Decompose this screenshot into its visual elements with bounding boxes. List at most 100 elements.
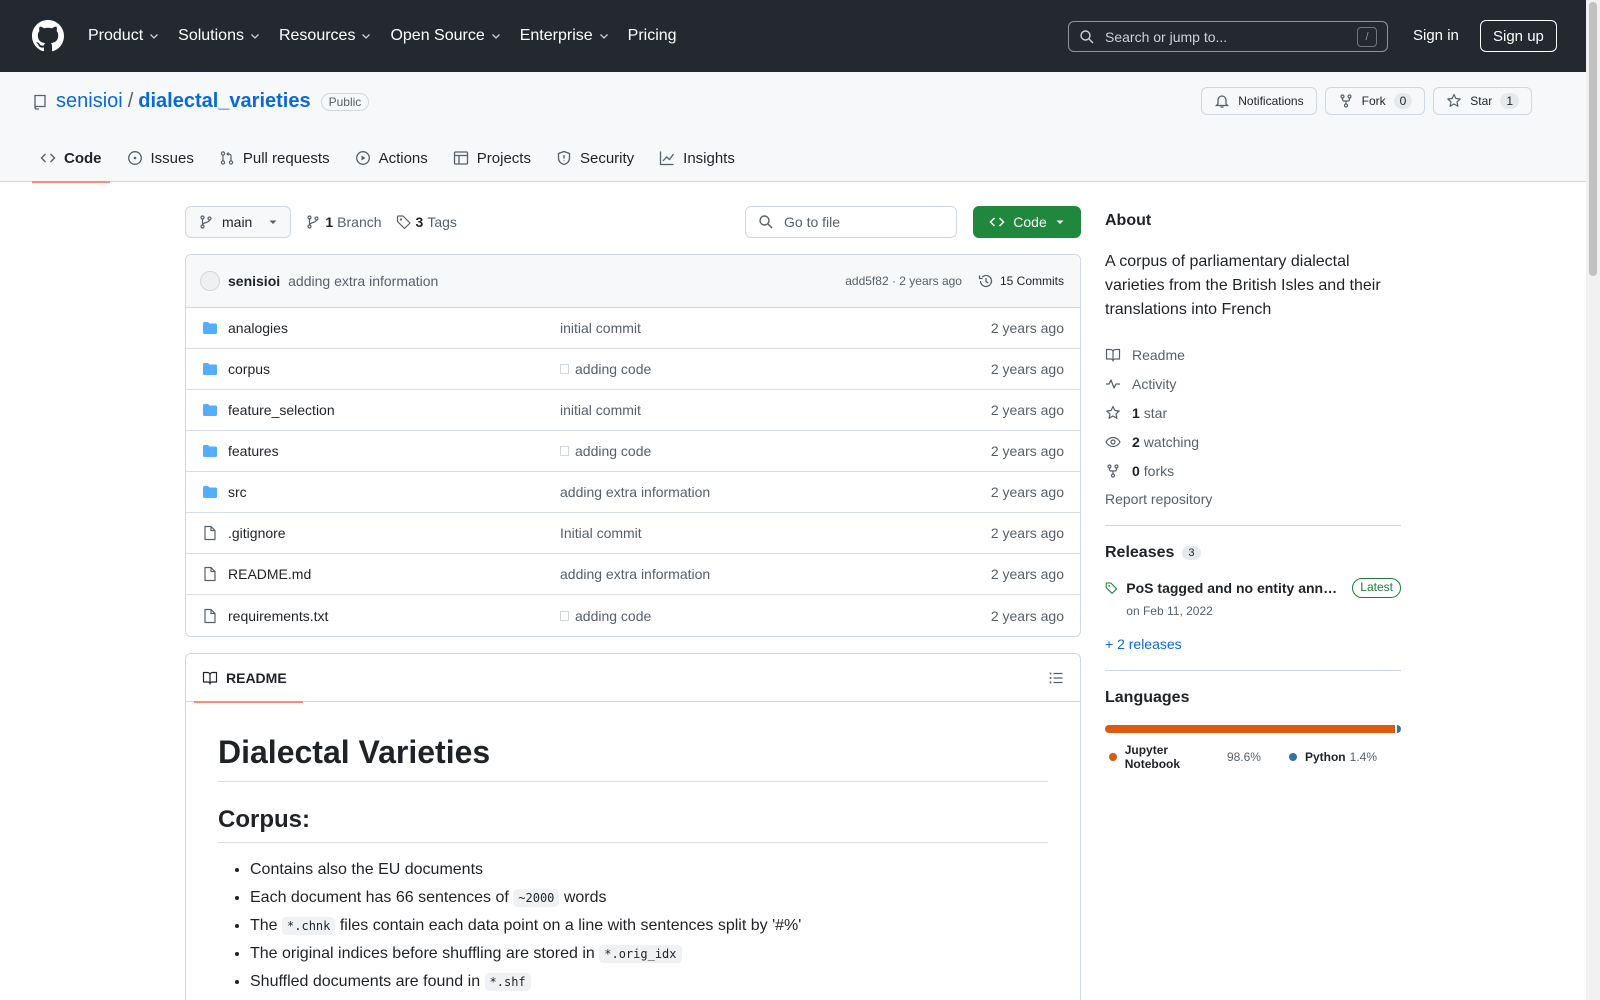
branch-selector[interactable]: main	[185, 206, 292, 238]
file-name-link[interactable]: requirements.txt	[228, 608, 560, 624]
fork-label: Fork	[1361, 94, 1386, 108]
go-to-file-input[interactable]: Go to file	[745, 206, 957, 238]
repo-separator: /	[127, 90, 134, 112]
file-commit-message[interactable]: initial commit	[560, 320, 991, 336]
caret-down-icon	[1056, 220, 1064, 224]
watching-count: 2	[1132, 433, 1140, 450]
book-icon	[202, 671, 218, 685]
activity-link-label: Activity	[1132, 375, 1177, 392]
readme-text: The original indices before shuffling ar…	[250, 945, 600, 962]
notifications-button[interactable]: Notifications	[1201, 87, 1317, 115]
readme-tab-label: README	[226, 669, 287, 686]
file-commit-message[interactable]: initial commit	[560, 402, 991, 418]
file-commit-message[interactable]: Initial commit	[560, 525, 991, 541]
tab-label: Issues	[150, 149, 194, 167]
branches-link[interactable]: 1 Branch	[305, 214, 382, 230]
tab-label: Insights	[683, 149, 735, 167]
tab-actions[interactable]: Actions	[347, 134, 436, 182]
tab-security[interactable]: Security	[548, 134, 642, 182]
tab-insights[interactable]: Insights	[651, 134, 743, 182]
nav-product[interactable]: Product	[88, 27, 160, 45]
file-row[interactable]: requirements.txt adding code 2 years ago	[186, 595, 1080, 636]
commit-message-link[interactable]: adding extra information	[288, 273, 438, 289]
nav-enterprise[interactable]: Enterprise	[520, 27, 610, 45]
file-toolbar: main 1 Branch 3 Tags Go to file Code	[185, 206, 1081, 238]
file-row[interactable]: README.md adding extra information 2 years…	[186, 554, 1080, 595]
tab-pull-requests[interactable]: Pull requests	[211, 134, 338, 182]
file-commit-message[interactable]: adding extra information	[560, 484, 991, 500]
sign-up-button[interactable]: Sign up	[1480, 20, 1557, 52]
search-icon	[759, 215, 773, 229]
language-item[interactable]: Jupyter Notebook 98.6%	[1105, 743, 1261, 771]
file-row[interactable]: corpus adding code 2 years ago	[186, 349, 1080, 390]
code-dropdown-button[interactable]: Code	[973, 206, 1081, 238]
readme-subheading: Corpus:	[218, 806, 1048, 843]
chevron-down-icon	[599, 34, 608, 39]
file-name-link[interactable]: analogies	[228, 320, 560, 336]
file-commit-message[interactable]: adding extra information	[560, 566, 991, 582]
commits-history-link[interactable]: 15 Commits	[978, 273, 1064, 289]
file-name-link[interactable]: features	[228, 443, 560, 459]
nav-resources[interactable]: Resources	[279, 27, 372, 45]
file-name-link[interactable]: corpus	[228, 361, 560, 377]
forks-link[interactable]: 0 forks	[1105, 456, 1401, 485]
tags-link[interactable]: 3 Tags	[396, 214, 457, 230]
folder-icon-wrap	[202, 443, 218, 459]
nav-solutions[interactable]: Solutions	[178, 27, 261, 45]
tag-icon	[396, 215, 411, 230]
fork-icon	[1340, 94, 1352, 108]
file-row[interactable]: .gitignore Initial commit 2 years ago	[186, 513, 1080, 554]
inline-code: *.orig_idx	[599, 945, 682, 963]
more-releases-link[interactable]: + 2 releases	[1105, 636, 1401, 652]
releases-count: 3	[1182, 546, 1201, 560]
file-name-link[interactable]: README.md	[228, 566, 560, 582]
watchers-link[interactable]: 2 watching	[1105, 427, 1401, 456]
readme-text: Shuffled documents are found in	[250, 973, 485, 990]
tag-icon	[1105, 582, 1118, 594]
latest-release[interactable]: PoS tagged and no entity annotations Lat…	[1105, 578, 1401, 618]
file-row[interactable]: src adding extra information 2 years ago	[186, 472, 1080, 513]
repo-actions: Notifications Fork 0 Star 1	[1193, 87, 1532, 115]
file-row[interactable]: feature_selection initial commit 2 years a…	[186, 390, 1080, 431]
nav-open-source[interactable]: Open Source	[390, 27, 501, 45]
star-label: Star	[1470, 94, 1493, 108]
page-scrollbar[interactable]	[1586, 0, 1600, 1000]
file-commit-message[interactable]: adding code	[560, 443, 991, 459]
file-name-link[interactable]: src	[228, 484, 560, 500]
nav-pricing[interactable]: Pricing	[628, 27, 677, 45]
tag-count: 3	[415, 214, 424, 230]
report-repository-link[interactable]: Report repository	[1105, 491, 1401, 507]
repo-name-link[interactable]: dialectal_varieties	[138, 90, 310, 113]
commit-author-link[interactable]: senisioi	[228, 273, 280, 289]
tab-code[interactable]: Code	[32, 134, 110, 183]
tab-issues[interactable]: Issues	[119, 134, 202, 182]
folder-icon-wrap	[202, 484, 218, 500]
file-commit-message[interactable]: adding code	[560, 608, 991, 624]
avatar[interactable]	[200, 271, 220, 291]
file-commit-message[interactable]: adding code	[560, 361, 991, 377]
scrollbar-thumb[interactable]	[1589, 2, 1597, 276]
commit-hash[interactable]: add5f82 · 2 years ago	[845, 274, 962, 288]
readme-tab[interactable]: README	[194, 654, 303, 703]
language-item[interactable]: Python 1.4%	[1285, 743, 1377, 771]
stars-link[interactable]: 1 star	[1105, 398, 1401, 427]
file-name-link[interactable]: feature_selection	[228, 402, 560, 418]
git-branch-icon	[307, 215, 319, 229]
tab-projects[interactable]: Projects	[445, 134, 539, 182]
repo-owner-link[interactable]: senisioi	[56, 90, 123, 113]
file-row[interactable]: features adding code 2 years ago	[186, 431, 1080, 472]
language-list: Jupyter Notebook 98.6% Python 1.4%	[1105, 743, 1401, 771]
search-input[interactable]: Search or jump to... /	[1068, 21, 1388, 52]
star-button[interactable]: Star 1	[1433, 87, 1532, 115]
sign-in-link[interactable]: Sign in	[1413, 27, 1459, 44]
github-logo-icon[interactable]	[32, 20, 64, 52]
file-row[interactable]: analogies initial commit 2 years ago	[186, 308, 1080, 349]
readme-text: files contain each data point on a line …	[335, 917, 802, 934]
fork-button[interactable]: Fork 0	[1324, 87, 1426, 115]
releases-heading[interactable]: Releases 3	[1105, 544, 1401, 562]
readme-link[interactable]: Readme	[1105, 340, 1401, 369]
file-name-link[interactable]: .gitignore	[228, 525, 560, 541]
activity-link[interactable]: Activity	[1105, 369, 1401, 398]
fork-icon	[1107, 463, 1119, 478]
outline-menu-button[interactable]	[1048, 670, 1064, 686]
